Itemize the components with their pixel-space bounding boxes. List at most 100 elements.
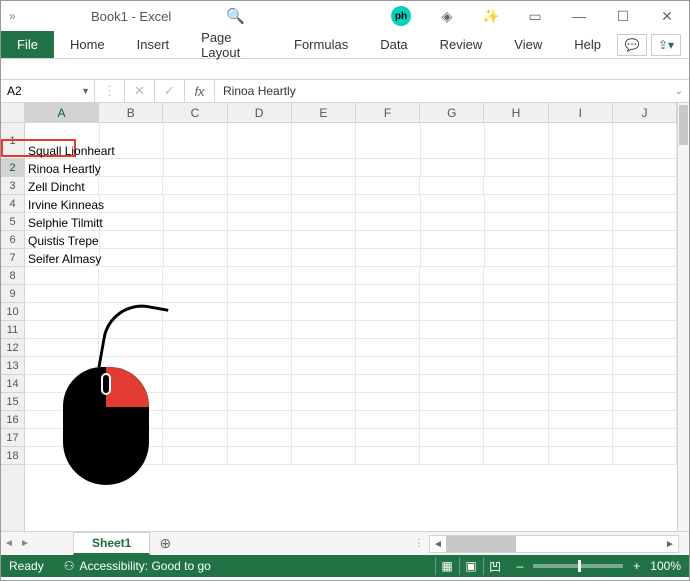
- cell-A13[interactable]: [25, 357, 99, 374]
- cell-G3[interactable]: [420, 177, 484, 194]
- cell-B5[interactable]: [100, 213, 164, 230]
- cell-E7[interactable]: [292, 249, 356, 266]
- row-header-17[interactable]: 17: [1, 429, 24, 447]
- cell-F15[interactable]: [356, 393, 420, 410]
- formula-input[interactable]: Rinoa Heartly: [215, 80, 669, 102]
- cell-B3[interactable]: [99, 177, 163, 194]
- zoom-slider[interactable]: [533, 564, 623, 568]
- cell-D3[interactable]: [228, 177, 292, 194]
- hscroll-left-icon[interactable]: ◄: [430, 539, 446, 550]
- cell-F12[interactable]: [356, 339, 420, 356]
- cell-H13[interactable]: [484, 357, 548, 374]
- zoom-out-button[interactable]: –: [517, 559, 524, 573]
- cell-E18[interactable]: [292, 447, 356, 464]
- cell-A14[interactable]: [25, 375, 99, 392]
- cell-A11[interactable]: [25, 321, 99, 338]
- cell-J2[interactable]: [613, 159, 677, 176]
- cell-D4[interactable]: [228, 195, 292, 212]
- tab-view[interactable]: View: [498, 31, 558, 58]
- cell-I18[interactable]: [549, 447, 613, 464]
- cell-I9[interactable]: [549, 285, 613, 302]
- cell-J14[interactable]: [613, 375, 677, 392]
- cell-I4[interactable]: [549, 195, 613, 212]
- cell-E5[interactable]: [292, 213, 356, 230]
- cell-A16[interactable]: [25, 411, 99, 428]
- cell-F9[interactable]: [356, 285, 420, 302]
- row-header-9[interactable]: 9: [1, 285, 24, 303]
- cell-E3[interactable]: [292, 177, 356, 194]
- view-page-break-icon[interactable]: 凹: [483, 557, 507, 575]
- cell-G16[interactable]: [420, 411, 484, 428]
- name-box-dropdown-icon[interactable]: ▼: [81, 86, 90, 96]
- row-header-11[interactable]: 11: [1, 321, 24, 339]
- cell-J6[interactable]: [613, 231, 677, 248]
- cell-H1[interactable]: [485, 123, 549, 158]
- cell-F10[interactable]: [356, 303, 420, 320]
- add-sheet-button[interactable]: ⊕: [150, 532, 180, 555]
- cell-H15[interactable]: [484, 393, 548, 410]
- cell-I12[interactable]: [549, 339, 613, 356]
- col-header-D[interactable]: D: [228, 103, 292, 122]
- cell-H7[interactable]: [485, 249, 549, 266]
- cell-D15[interactable]: [228, 393, 292, 410]
- cell-D12[interactable]: [228, 339, 292, 356]
- row-header-4[interactable]: 4: [1, 195, 24, 213]
- cell-B10[interactable]: [99, 303, 163, 320]
- zoom-level[interactable]: 100%: [650, 559, 681, 573]
- cell-E10[interactable]: [292, 303, 356, 320]
- tab-home[interactable]: Home: [54, 31, 121, 58]
- cell-B18[interactable]: [99, 447, 163, 464]
- cell-C5[interactable]: [164, 213, 228, 230]
- cell-I6[interactable]: [549, 231, 613, 248]
- row-header-16[interactable]: 16: [1, 411, 24, 429]
- cell-E14[interactable]: [292, 375, 356, 392]
- cell-H10[interactable]: [484, 303, 548, 320]
- cell-B9[interactable]: [99, 285, 163, 302]
- cell-D18[interactable]: [228, 447, 292, 464]
- cell-B17[interactable]: [99, 429, 163, 446]
- cell-F18[interactable]: [356, 447, 420, 464]
- view-normal-icon[interactable]: ▦: [435, 557, 459, 575]
- cell-J9[interactable]: [613, 285, 677, 302]
- cell-F3[interactable]: [356, 177, 420, 194]
- cell-C10[interactable]: [163, 303, 227, 320]
- cell-F2[interactable]: [356, 159, 420, 176]
- ph-badge-icon[interactable]: ph: [391, 6, 411, 26]
- cell-A6[interactable]: Quistis Trepe: [25, 231, 100, 248]
- cell-J13[interactable]: [613, 357, 677, 374]
- cell-I17[interactable]: [549, 429, 613, 446]
- cell-C6[interactable]: [164, 231, 228, 248]
- cell-B8[interactable]: [99, 267, 163, 284]
- cell-F6[interactable]: [356, 231, 420, 248]
- row-header-6[interactable]: 6: [1, 231, 24, 249]
- col-header-J[interactable]: J: [613, 103, 677, 122]
- cell-J5[interactable]: [613, 213, 677, 230]
- tab-review[interactable]: Review: [424, 31, 499, 58]
- cell-D8[interactable]: [228, 267, 292, 284]
- cell-J10[interactable]: [613, 303, 677, 320]
- cell-D14[interactable]: [228, 375, 292, 392]
- cell-G6[interactable]: [421, 231, 485, 248]
- cell-I10[interactable]: [549, 303, 613, 320]
- cell-E8[interactable]: [292, 267, 356, 284]
- enter-icon[interactable]: ✓: [155, 80, 185, 102]
- cell-J7[interactable]: [613, 249, 677, 266]
- cell-I11[interactable]: [549, 321, 613, 338]
- cell-H4[interactable]: [485, 195, 549, 212]
- hscroll-split-icon[interactable]: ⋮: [414, 538, 424, 549]
- cell-C12[interactable]: [163, 339, 227, 356]
- cell-E2[interactable]: [292, 159, 356, 176]
- cell-H9[interactable]: [484, 285, 548, 302]
- cell-I15[interactable]: [549, 393, 613, 410]
- tab-page-layout[interactable]: Page Layout: [185, 31, 278, 58]
- cell-F16[interactable]: [356, 411, 420, 428]
- cell-D5[interactable]: [228, 213, 292, 230]
- row-header-13[interactable]: 13: [1, 357, 24, 375]
- cell-H5[interactable]: [485, 213, 549, 230]
- cell-G7[interactable]: [421, 249, 485, 266]
- cell-A9[interactable]: [25, 285, 99, 302]
- row-header-15[interactable]: 15: [1, 393, 24, 411]
- sheet-nav-next[interactable]: ►: [17, 532, 33, 555]
- cell-E15[interactable]: [292, 393, 356, 410]
- cell-A3[interactable]: Zell Dincht: [25, 177, 99, 194]
